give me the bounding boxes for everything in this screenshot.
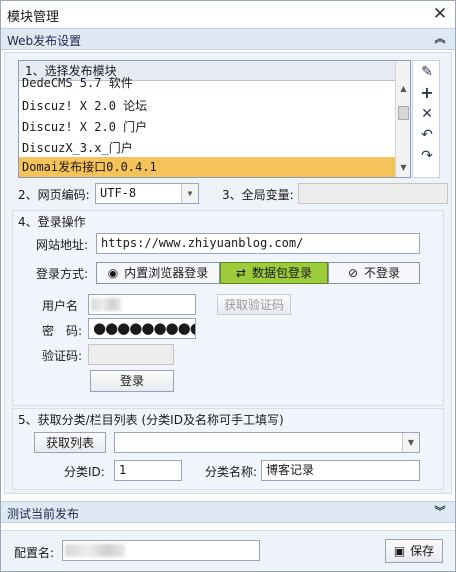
chevron-double-down-icon[interactable]: ︾	[433, 504, 447, 520]
redacted-username	[91, 298, 121, 311]
site-url-label: 网站地址:	[36, 238, 89, 252]
redacted-config-name	[65, 544, 125, 557]
globe-icon: ◉	[107, 266, 119, 280]
login-section-title: 4、登录操作	[18, 215, 86, 229]
scroll-thumb[interactable]	[398, 106, 409, 120]
password-input[interactable]: ●●●●●●●●●●	[88, 318, 196, 339]
section-header-web[interactable]: Web发布设置 ︽	[1, 28, 455, 50]
no-entry-icon: ⊘	[347, 266, 359, 280]
category-name-input[interactable]: 博客记录	[261, 460, 420, 481]
scroll-down-icon[interactable]: ▼	[396, 160, 410, 176]
redo-icon[interactable]: ↷	[415, 145, 439, 167]
config-name-label: 配置名:	[14, 546, 55, 560]
mode-no-login[interactable]: ⊘ 不登录	[328, 262, 420, 284]
chevron-double-up-icon[interactable]: ︽	[433, 31, 447, 47]
category-name-label: 分类名称:	[205, 465, 258, 479]
section-header-test[interactable]: 测试当前发布 ︾	[1, 501, 455, 523]
category-id-label: 分类ID:	[64, 465, 105, 479]
mode-builtin-browser[interactable]: ◉ 内置浏览器登录	[96, 262, 220, 284]
list-item[interactable]: Discuz! X 2.0 门户	[19, 117, 395, 138]
close-icon[interactable]: ✕	[429, 3, 451, 25]
global-var-label: 3、全局变量:	[222, 188, 294, 202]
get-captcha-button[interactable]: 获取验证码	[217, 294, 291, 315]
username-label: 用户名	[42, 299, 79, 313]
list-item[interactable]: Discuz! X 2.0 论坛	[19, 96, 395, 117]
undo-icon[interactable]: ↶	[415, 124, 439, 146]
floppy-disk-icon: ▣	[393, 544, 406, 558]
save-button[interactable]: ▣ 保存	[385, 539, 443, 563]
encoding-value: UTF-8	[100, 186, 137, 200]
captcha-input[interactable]	[88, 344, 174, 365]
section-title-web: Web发布设置	[7, 34, 82, 48]
login-mode-label: 登录方式:	[36, 267, 89, 281]
fetch-list-button[interactable]: 获取列表	[34, 432, 106, 453]
site-url-input[interactable]: https://www.zhiyuanblog.com/	[96, 233, 420, 254]
scroll-up-icon[interactable]: ▲	[396, 81, 410, 97]
list-item-selected[interactable]: Domai发布接口0.0.4.1	[19, 157, 395, 177]
plus-icon[interactable]: +	[415, 82, 439, 104]
category-select[interactable]: ▼	[114, 432, 420, 453]
module-tools: ✎ + ✕ ↶ ↷	[412, 60, 440, 178]
category-id-input[interactable]: 1	[114, 460, 182, 481]
username-input[interactable]	[88, 294, 196, 315]
module-list[interactable]: 1、选择发布模块 DedeCMS_5.7_软件 Discuz! X 2.0 论坛…	[18, 60, 411, 178]
shuffle-icon: ⇄	[235, 266, 247, 280]
pencil-icon[interactable]: ✎	[415, 61, 439, 83]
mode-packet-login-label: 数据包登录	[252, 266, 313, 280]
config-name-input[interactable]	[62, 540, 260, 561]
save-label: 保存	[410, 544, 435, 558]
mode-no-login-label: 不登录	[364, 266, 401, 280]
category-section-title: 5、获取分类/栏目列表 (分类ID及名称可手工填写)	[18, 413, 284, 427]
list-item[interactable]: DiscuzX_3.x_门户	[19, 138, 395, 159]
mode-packet-login[interactable]: ⇄ 数据包登录	[220, 262, 328, 284]
login-button[interactable]: 登录	[90, 370, 174, 392]
password-label: 密 码:	[42, 324, 83, 338]
captcha-label: 验证码:	[42, 349, 83, 363]
chevron-down-icon[interactable]: ▼	[402, 433, 419, 452]
encoding-label: 2、网页编码:	[18, 188, 90, 202]
title-bar: 模块管理 ✕	[1, 1, 455, 27]
window-title: 模块管理	[7, 10, 60, 25]
chevron-down-icon[interactable]: ▼	[181, 184, 198, 203]
list-scrollbar[interactable]: ▲ ▼	[395, 61, 410, 177]
mode-builtin-browser-label: 内置浏览器登录	[124, 266, 209, 280]
encoding-select[interactable]: UTF-8 ▼	[95, 183, 199, 204]
list-item[interactable]: DedeCMS_5.7_软件	[19, 77, 395, 89]
delete-x-icon[interactable]: ✕	[415, 103, 439, 125]
global-var-field[interactable]	[298, 183, 448, 204]
section-title-test: 测试当前发布	[7, 507, 80, 521]
